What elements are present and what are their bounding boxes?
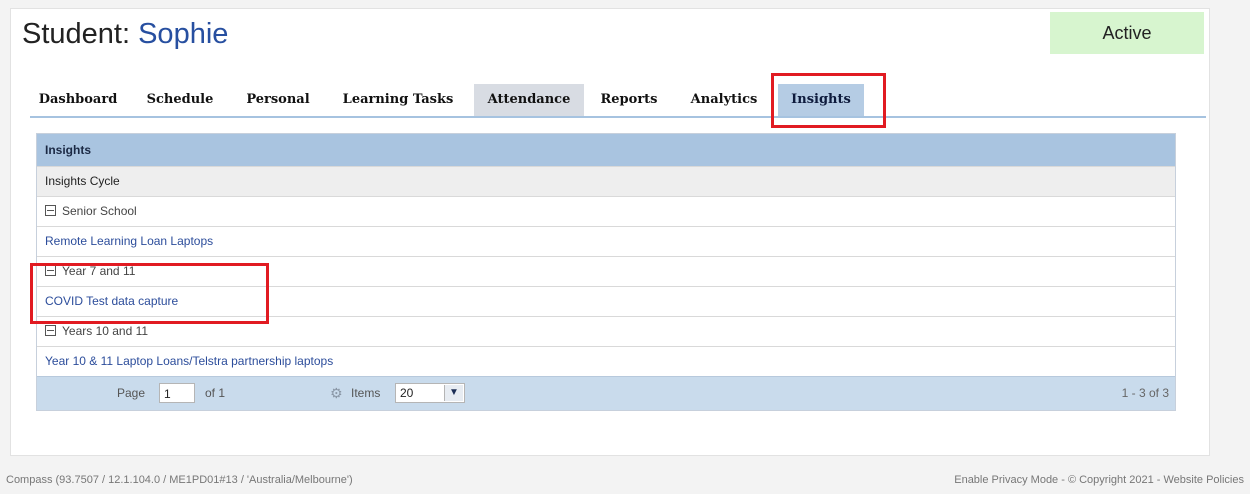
tab-dashboard[interactable]: Dashboard <box>28 84 128 116</box>
list-item[interactable]: Year 10 & 11 Laptop Loans/Telstra partne… <box>37 346 1175 376</box>
group-label: Years 10 and 11 <box>62 324 149 338</box>
items-label: Items <box>351 386 381 400</box>
page-number-input[interactable]: 1 <box>159 383 195 403</box>
tab-reports[interactable]: Reports <box>592 84 666 116</box>
title-prefix: Student: <box>22 18 131 50</box>
tab-insights[interactable]: Insights <box>778 84 864 116</box>
footer-bar: Compass (93.7507 / 12.1.104.0 / ME1PD01#… <box>0 466 1250 494</box>
student-name: Sophie <box>138 18 229 50</box>
insights-grid: Insights Insights Cycle Senior School Re… <box>36 133 1176 411</box>
items-per-page-value: 20 <box>400 386 414 400</box>
group-row-year-7-and-11[interactable]: Year 7 and 11 <box>37 256 1175 286</box>
page-title: Student: Sophie <box>22 18 228 51</box>
tab-underline <box>30 116 1206 118</box>
version-info: Compass (93.7507 / 12.1.104.0 / ME1PD01#… <box>6 474 353 486</box>
tab-learning-tasks[interactable]: Learning Tasks <box>332 84 464 116</box>
collapse-icon[interactable] <box>45 265 56 276</box>
grid-pager: Page 1 of 1 ⚙ Items 20 ▼ 1 - 3 of 3 <box>37 376 1175 410</box>
tab-attendance[interactable]: Attendance <box>474 84 584 116</box>
list-item[interactable]: Remote Learning Loan Laptops <box>37 226 1175 256</box>
chevron-down-icon[interactable]: ▼ <box>444 385 463 401</box>
status-badge: Active <box>1050 12 1204 54</box>
page-of-label: of 1 <box>205 386 226 400</box>
record-count: 1 - 3 of 3 <box>1121 386 1169 400</box>
tab-personal[interactable]: Personal <box>236 84 320 116</box>
collapse-icon[interactable] <box>45 205 56 216</box>
group-row-senior-school[interactable]: Senior School <box>37 196 1175 226</box>
grid-column-header[interactable]: Insights Cycle <box>37 166 1175 196</box>
group-row-years-10-and-11[interactable]: Years 10 and 11 <box>37 316 1175 346</box>
items-per-page-select[interactable]: 20 ▼ <box>395 383 465 403</box>
gear-icon[interactable]: ⚙ <box>330 385 343 402</box>
list-item[interactable]: COVID Test data capture <box>37 286 1175 316</box>
footer-links[interactable]: Enable Privacy Mode - © Copyright 2021 -… <box>954 474 1244 486</box>
tab-schedule[interactable]: Schedule <box>138 84 222 116</box>
tab-analytics[interactable]: Analytics <box>682 84 766 116</box>
page-label: Page <box>117 386 146 400</box>
collapse-icon[interactable] <box>45 325 56 336</box>
group-label: Senior School <box>62 204 137 218</box>
grid-title: Insights <box>37 134 1175 166</box>
group-label: Year 7 and 11 <box>62 264 136 278</box>
